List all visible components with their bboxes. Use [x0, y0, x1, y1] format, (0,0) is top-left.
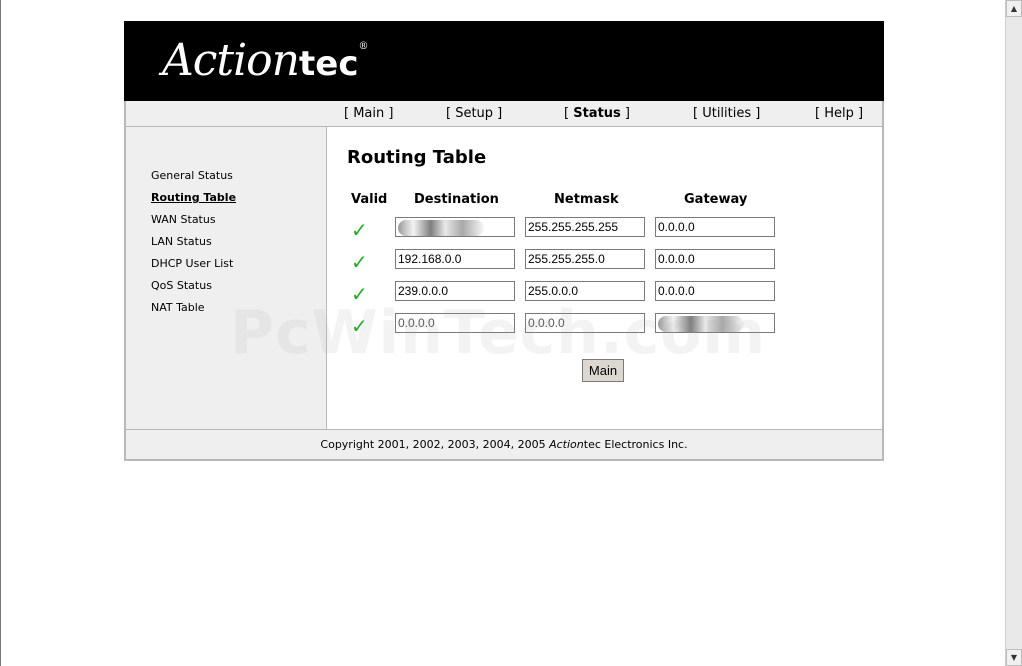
netmask-field: 255.255.255.255	[525, 217, 645, 237]
gateway-field	[655, 313, 775, 333]
valid-check-icon: ✓	[351, 314, 368, 338]
sidebar-item-routing-table[interactable]: Routing Table	[151, 191, 236, 204]
column-header-netmask: Netmask	[554, 192, 619, 207]
gateway-field: 0.0.0.0	[655, 281, 775, 301]
destination-field: 192.168.0.0	[395, 249, 515, 269]
valid-check-icon: ✓	[351, 218, 368, 242]
sidebar-item-dhcp-user-list[interactable]: DHCP User List	[151, 257, 233, 270]
sidebar-item-qos-status[interactable]: QoS Status	[151, 279, 212, 292]
column-header-valid: Valid	[351, 192, 388, 207]
destination-field	[395, 217, 515, 237]
body-area: General Status Routing Table WAN Status …	[124, 127, 884, 429]
top-nav: [ Main ] [ Setup ] [ Status ] [ Utilitie…	[124, 101, 884, 127]
valid-check-icon: ✓	[351, 282, 368, 306]
sidebar: General Status Routing Table WAN Status …	[126, 127, 327, 429]
gateway-field: 0.0.0.0	[655, 249, 775, 269]
main-button[interactable]: Main	[582, 359, 624, 382]
valid-check-icon: ✓	[351, 250, 368, 274]
nav-utilities[interactable]: [ Utilities ]	[693, 106, 760, 121]
nav-setup[interactable]: [ Setup ]	[446, 106, 502, 121]
router-page: Actiontec® [ Main ] [ Setup ] [ Status ]…	[124, 21, 884, 461]
gateway-field: 0.0.0.0	[655, 217, 775, 237]
scroll-up-arrow-icon[interactable]: ▲	[1006, 0, 1022, 17]
netmask-field: 0.0.0.0	[525, 313, 645, 333]
netmask-field: 255.0.0.0	[525, 281, 645, 301]
sidebar-item-lan-status[interactable]: LAN Status	[151, 235, 212, 248]
column-header-destination: Destination	[414, 192, 499, 207]
sidebar-item-nat-table[interactable]: NAT Table	[151, 301, 205, 314]
destination-field: 0.0.0.0	[395, 313, 515, 333]
page-title: Routing Table	[347, 147, 487, 168]
footer-copyright: Copyright 2001, 2002, 2003, 2004, 2005 A…	[124, 429, 884, 461]
netmask-field: 255.255.255.0	[525, 249, 645, 269]
destination-field: 239.0.0.0	[395, 281, 515, 301]
main-content: Routing Table Valid Destination Netmask …	[327, 127, 882, 429]
nav-main[interactable]: [ Main ]	[344, 106, 393, 121]
scroll-down-arrow-icon[interactable]: ▼	[1006, 649, 1022, 666]
column-header-gateway: Gateway	[684, 192, 748, 207]
sidebar-item-general-status[interactable]: General Status	[151, 169, 233, 182]
actiontec-logo: Actiontec®	[162, 35, 368, 86]
header-banner: Actiontec®	[124, 21, 884, 101]
nav-help[interactable]: [ Help ]	[815, 106, 863, 121]
redacted-blur	[398, 220, 484, 236]
redacted-blur	[658, 316, 744, 332]
nav-status[interactable]: [ Status ]	[564, 106, 630, 121]
sidebar-item-wan-status[interactable]: WAN Status	[151, 213, 216, 226]
vertical-scrollbar[interactable]: ▲ ▼	[1005, 0, 1022, 666]
